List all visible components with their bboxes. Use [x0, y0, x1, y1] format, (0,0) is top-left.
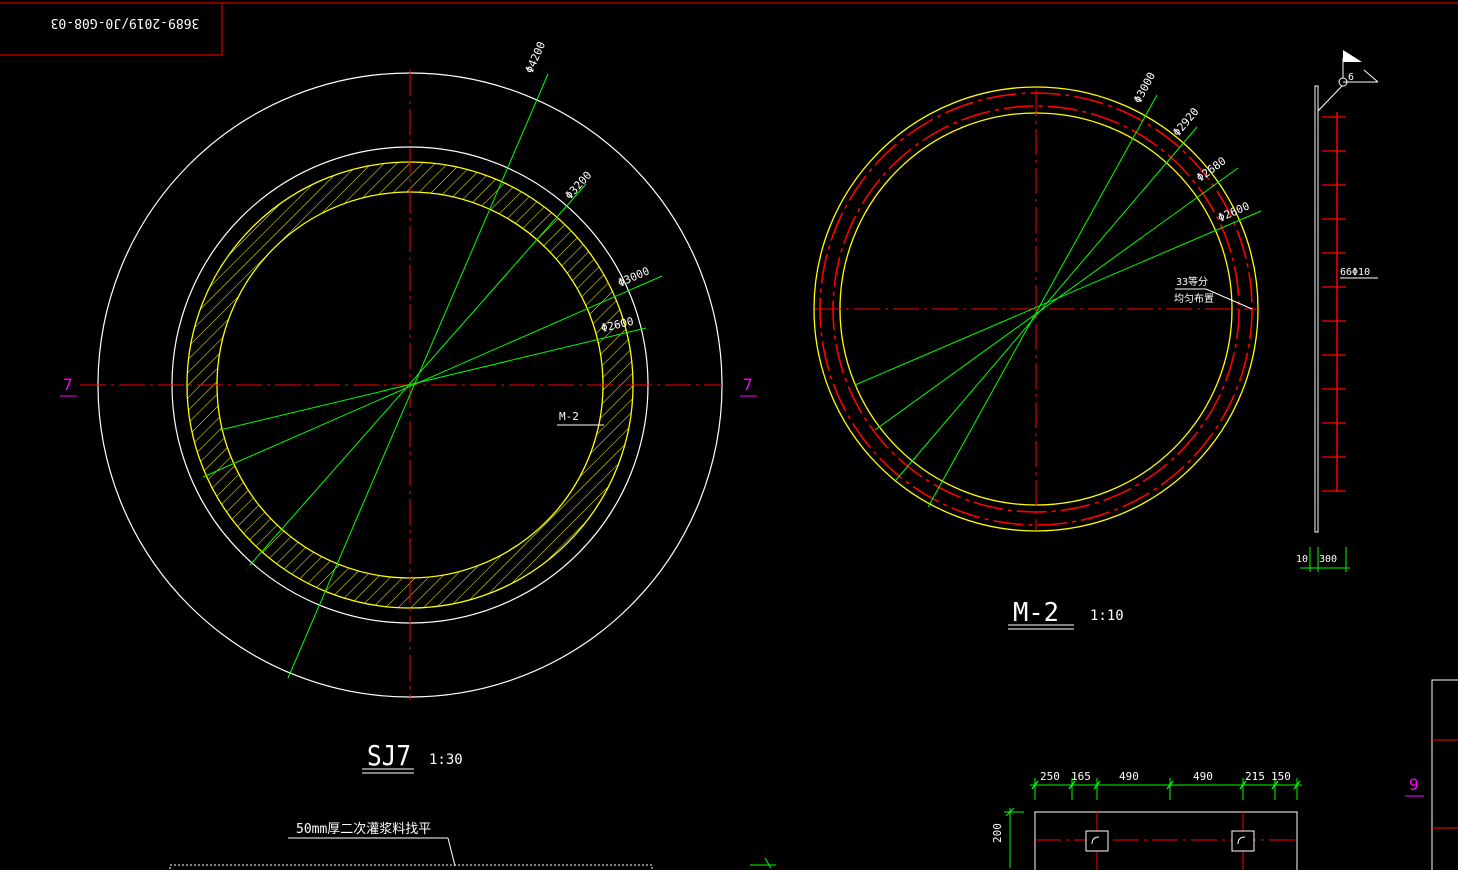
bar-note: 均匀布置: [1174, 293, 1214, 305]
dim-label: 215: [1245, 770, 1265, 783]
foundation-outline: [1034, 811, 1298, 870]
section-mark-left: 7: [63, 375, 73, 394]
sj7-title: SJ7: [367, 739, 411, 772]
bar-note: 33等分: [1176, 275, 1208, 288]
cad-drawing-canvas: 3689-2019/J0-G08-03 Φ4200 Φ3200 Φ3000 Φ2…: [0, 2, 1458, 870]
dim-label: 150: [1271, 770, 1291, 783]
dim-label: Φ2600: [1216, 199, 1252, 224]
anchor-pocket: [1231, 830, 1255, 852]
grout-note: 50mm厚二次灌浆料找平: [169, 821, 776, 870]
dim-label: 250: [1040, 770, 1060, 783]
m2-title: M-2: [1013, 598, 1059, 628]
dim-label: 490: [1119, 770, 1139, 783]
drawing-number: 3689-2019/J0-G08-03: [51, 15, 200, 30]
svg-text:6: 6: [1348, 72, 1354, 83]
dim-label: Φ4200: [523, 40, 548, 76]
foundation-plan: 250 165 490 490 215 150 200: [991, 770, 1302, 870]
section-9-partial: 9: [1405, 679, 1458, 870]
title-block: 3689-2019/J0-G08-03: [0, 3, 223, 56]
dim-label: 300: [1319, 554, 1337, 565]
dim-label: 200: [991, 823, 1004, 843]
m2-ring: Φ3000 Φ2920 Φ2680 Φ2600 33等分 均匀布置 M-2 1:…: [813, 70, 1262, 630]
m2-scale: 1:10: [1090, 608, 1124, 624]
anchor-pocket: [1085, 830, 1109, 852]
sj7-scale: 1:30: [429, 752, 463, 768]
side-bar: [1314, 85, 1319, 533]
dim-label: 165: [1071, 770, 1091, 783]
side-rebar-detail: 6 66Φ10 10 300: [1296, 50, 1379, 572]
dim-label: 10: [1296, 554, 1308, 565]
sj7-plan: Φ4200 Φ3200 Φ3000 Φ2600 M-2 7 7 SJ7 1:30: [60, 40, 757, 774]
flag-icon: [1343, 50, 1362, 62]
grout-note-text: 50mm厚二次灌浆料找平: [296, 821, 431, 837]
leader-line: [927, 94, 1158, 508]
rebar-label: 66Φ10: [1340, 267, 1370, 278]
leader-line: [895, 126, 1198, 481]
component-callout: M-2: [559, 410, 579, 423]
dim-label: Φ2920: [1170, 105, 1201, 139]
dim-label: Φ3200: [563, 169, 595, 202]
section-mark-9: 9: [1409, 775, 1419, 794]
dim-label: Φ3000: [616, 264, 652, 289]
section-mark-right: 7: [743, 375, 753, 394]
dim-label: 490: [1193, 770, 1213, 783]
